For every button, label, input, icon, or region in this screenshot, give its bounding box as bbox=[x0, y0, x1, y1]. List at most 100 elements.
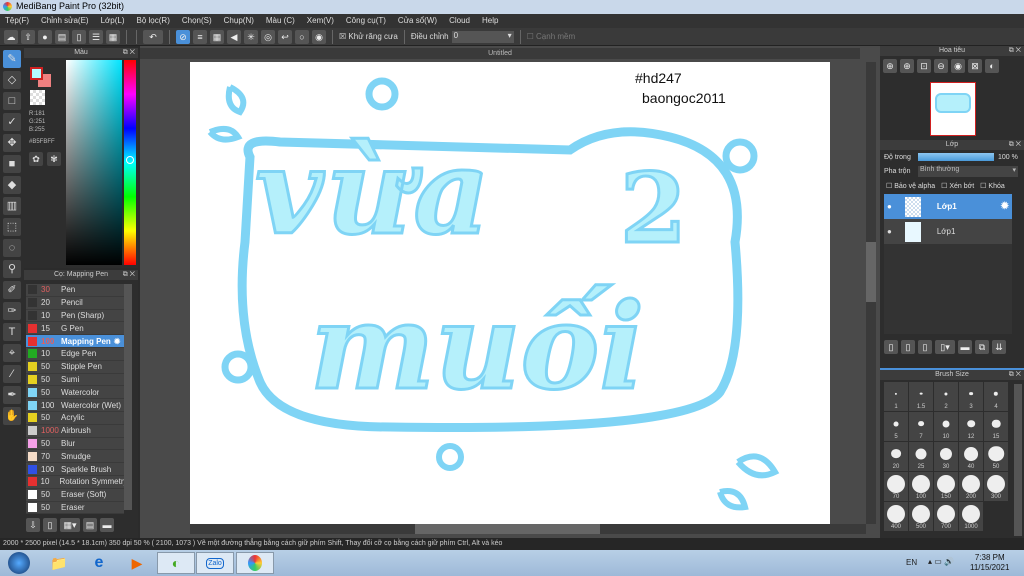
curve-snap-icon[interactable]: ↩ bbox=[278, 29, 292, 44]
menu-item[interactable]: Chọn(S) bbox=[182, 16, 212, 28]
close-icon[interactable]: ⧉ ✕ bbox=[1009, 140, 1021, 150]
eyedropper-tool-icon[interactable]: ✒ bbox=[3, 386, 21, 404]
start-button[interactable] bbox=[4, 552, 34, 574]
menu-item[interactable]: Tệp(F) bbox=[5, 16, 29, 28]
brush-size-cell[interactable]: 4 bbox=[984, 382, 1008, 411]
menu-item[interactable]: Chụp(N) bbox=[224, 16, 254, 28]
brush-item[interactable]: 50 Acrylic bbox=[26, 411, 124, 425]
brush-size-cell[interactable]: 15 bbox=[984, 412, 1008, 441]
visibility-icon[interactable]: ● bbox=[887, 202, 892, 211]
menu-item[interactable]: Màu (C) bbox=[266, 16, 295, 28]
new-layer-icon[interactable]: ▯ bbox=[884, 340, 898, 354]
close-icon[interactable]: ⧉ ✕ bbox=[123, 48, 135, 58]
brush-settings-icon[interactable]: ✹ bbox=[114, 337, 121, 346]
brush-size-cell[interactable]: 30 bbox=[934, 442, 958, 471]
brush-size-cell[interactable]: 700 bbox=[934, 502, 958, 531]
navigator-preview[interactable] bbox=[930, 82, 976, 136]
brush-item[interactable]: 50 Eraser bbox=[26, 501, 124, 515]
brush-item[interactable]: 100 Sparkle Brush bbox=[26, 463, 124, 476]
select-pen-tool-icon[interactable]: ✐ bbox=[3, 281, 21, 299]
palette-settings-icon[interactable]: ✾ bbox=[47, 152, 61, 166]
palette-icon[interactable]: ✿ bbox=[29, 152, 43, 166]
brush-item[interactable]: 10 Pen (Sharp) bbox=[26, 309, 124, 323]
clipping-checkbox[interactable]: ☐ Xén bớt bbox=[941, 182, 974, 190]
brush-list-scrollbar[interactable] bbox=[124, 284, 132, 510]
brush-size-cell[interactable]: 1.5 bbox=[909, 382, 933, 411]
menu-item[interactable]: Cloud bbox=[449, 16, 470, 28]
brush-item[interactable]: 50 Sumi bbox=[26, 373, 124, 387]
visibility-icon[interactable]: ● bbox=[887, 227, 892, 236]
circle-snap-icon[interactable]: ◎ bbox=[261, 29, 275, 44]
undo-icon[interactable]: ↶ bbox=[143, 29, 163, 44]
brush-item[interactable]: 20 Pencil bbox=[26, 296, 124, 310]
brush-size-cell[interactable]: 2 bbox=[934, 382, 958, 411]
brush-item[interactable]: 1000 Airbrush bbox=[26, 424, 124, 438]
new-1bit-layer-icon[interactable]: ▯ bbox=[918, 340, 932, 354]
cloud-icon[interactable]: ☁ bbox=[4, 29, 18, 44]
vanishing-snap-icon[interactable]: ◀ bbox=[227, 29, 241, 44]
dropper-tool-icon[interactable]: ⁄ bbox=[3, 365, 21, 383]
hue-slider[interactable] bbox=[124, 60, 136, 265]
zoom-in-icon[interactable]: ⊕ bbox=[883, 59, 897, 73]
duplicate-layer-icon[interactable]: ⧉ bbox=[975, 340, 989, 354]
cloud-download-icon[interactable]: ⇩ bbox=[26, 518, 40, 532]
new-8bit-layer-icon[interactable]: ▯ bbox=[901, 340, 915, 354]
protect-alpha-checkbox[interactable]: ☐ Bảo vệ alpha bbox=[886, 182, 935, 190]
drawing-canvas[interactable]: vừa 2 muối #hd247 baongoc2011 bbox=[190, 62, 830, 524]
new-brush-icon[interactable]: ▯ bbox=[43, 518, 57, 532]
smooth-checkbox[interactable]: ☐ Cạnh mềm bbox=[527, 32, 576, 41]
fill-rect-tool-icon[interactable]: ■ bbox=[3, 155, 21, 173]
brush-item[interactable]: 50 Watercolor bbox=[26, 386, 124, 400]
tray-icons[interactable]: ▴ ▭ 🔊 bbox=[928, 557, 954, 566]
add-layer-dropdown-icon[interactable]: ▯▾ bbox=[935, 340, 955, 354]
menu-item[interactable]: Lớp(L) bbox=[101, 16, 125, 28]
check-tool-icon[interactable]: ✓ bbox=[3, 113, 21, 131]
note-icon[interactable]: ▤ bbox=[55, 29, 69, 44]
close-icon[interactable]: ⧉ ✕ bbox=[1009, 370, 1021, 380]
menu-item[interactable]: Bộ lọc(R) bbox=[137, 16, 170, 28]
brush-size-cell[interactable]: 40 bbox=[959, 442, 983, 471]
canvas-horizontal-scrollbar[interactable] bbox=[190, 524, 866, 534]
brush-size-cell[interactable]: 7 bbox=[909, 412, 933, 441]
brush-size-cell[interactable]: 100 bbox=[909, 472, 933, 501]
blend-select[interactable]: Bình thường ▾ bbox=[918, 166, 1018, 177]
fit-icon[interactable]: ⊡ bbox=[917, 59, 931, 73]
merge-layer-icon[interactable]: ⇊ bbox=[992, 340, 1006, 354]
flip-icon[interactable]: ◐ bbox=[985, 59, 999, 73]
layer-settings-icon[interactable]: ✹ bbox=[1001, 201, 1009, 212]
brush-item[interactable]: 50 Stipple Pen bbox=[26, 360, 124, 374]
zoom-in-icon[interactable]: ⊕ bbox=[900, 59, 914, 73]
brush-item[interactable]: 10 Edge Pen bbox=[26, 347, 124, 361]
brush-size-cell[interactable]: 25 bbox=[909, 442, 933, 471]
layer-item[interactable]: ● Lớp1 bbox=[884, 219, 1012, 244]
language-indicator[interactable]: EN bbox=[906, 558, 917, 567]
upload-icon[interactable]: ⇧ bbox=[21, 29, 35, 44]
brush-item[interactable]: 50 Eraser (Soft) bbox=[26, 488, 124, 502]
medibang-icon[interactable] bbox=[236, 552, 274, 574]
brush-item[interactable]: 30 Pen bbox=[26, 284, 124, 297]
settings-snap-icon[interactable]: ◉ bbox=[312, 29, 326, 44]
brush-size-cell[interactable]: 70 bbox=[884, 472, 908, 501]
rotate-icon[interactable]: ◉ bbox=[951, 59, 965, 73]
coccoc-icon[interactable]: ◐ bbox=[157, 552, 195, 574]
operation-tool-icon[interactable]: ⌖ bbox=[3, 344, 21, 362]
reset-icon[interactable]: ⊠ bbox=[968, 59, 982, 73]
opacity-slider[interactable] bbox=[918, 153, 994, 161]
brush-tool-icon[interactable]: ✎ bbox=[3, 50, 21, 68]
close-icon[interactable]: ⧉ ✕ bbox=[1009, 46, 1021, 56]
bucket-tool-icon[interactable]: ◆ bbox=[3, 176, 21, 194]
brush-size-cell[interactable]: 5 bbox=[884, 412, 908, 441]
canvas-vertical-scrollbar[interactable] bbox=[866, 62, 876, 524]
brush-size-scrollbar[interactable] bbox=[1014, 384, 1022, 536]
brush-size-cell[interactable]: 10 bbox=[934, 412, 958, 441]
brush-size-cell[interactable]: 1000 bbox=[959, 502, 983, 531]
brush-size-cell[interactable]: 200 bbox=[959, 472, 983, 501]
folder-icon[interactable]: ▬ bbox=[100, 518, 114, 532]
cross-snap-icon[interactable]: ▦ bbox=[210, 29, 224, 44]
ie-icon[interactable]: e bbox=[80, 552, 118, 574]
menu-item[interactable]: Chỉnh sửa(E) bbox=[41, 16, 89, 28]
brush-item[interactable]: 15 G Pen bbox=[26, 322, 124, 336]
brush-item[interactable]: 50 Blur bbox=[26, 437, 124, 451]
comment-icon[interactable]: ● bbox=[38, 29, 52, 44]
scroll-thumb[interactable] bbox=[866, 242, 876, 302]
